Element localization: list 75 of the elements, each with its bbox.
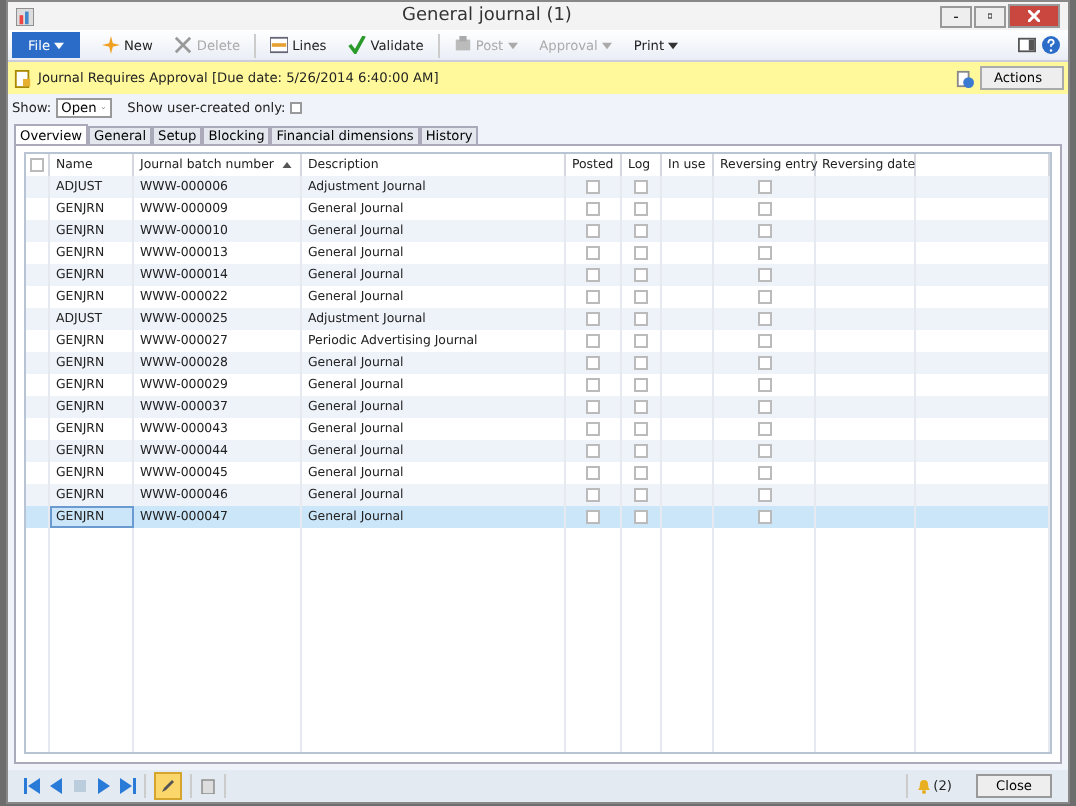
grid-icon[interactable] — [72, 778, 88, 794]
close-icon — [1028, 10, 1040, 22]
posted-checkbox[interactable] — [586, 202, 600, 216]
log-checkbox[interactable] — [634, 334, 648, 348]
posted-checkbox[interactable] — [586, 466, 600, 480]
next-record-icon[interactable] — [96, 778, 112, 794]
window-title: General journal (1) — [400, 6, 574, 26]
x-icon — [174, 36, 193, 54]
app-icon — [16, 7, 34, 25]
posted-checkbox[interactable] — [586, 444, 600, 458]
lines-icon — [270, 36, 289, 54]
log-checkbox[interactable] — [634, 488, 648, 502]
posted-checkbox[interactable] — [586, 334, 600, 348]
posted-checkbox[interactable] — [586, 510, 600, 524]
reversing-entry-checkbox[interactable] — [757, 400, 771, 414]
log-checkbox[interactable] — [634, 466, 648, 480]
posted-checkbox[interactable] — [586, 180, 600, 194]
posted-checkbox[interactable] — [586, 378, 600, 392]
close-button[interactable] — [1008, 4, 1060, 28]
log-checkbox[interactable] — [634, 180, 648, 194]
reversing-entry-checkbox[interactable] — [757, 246, 771, 260]
posted-checkbox[interactable] — [586, 268, 600, 282]
previous-record-icon[interactable] — [48, 778, 64, 794]
reversing-entry-checkbox[interactable] — [757, 488, 771, 502]
posted-checkbox[interactable] — [586, 312, 600, 326]
clipboard-icon[interactable] — [200, 778, 216, 794]
user-created-checkbox[interactable] — [289, 101, 302, 113]
posted-checkbox[interactable] — [586, 400, 600, 414]
checkmark-icon — [348, 36, 367, 54]
posted-checkbox[interactable] — [586, 422, 600, 436]
log-checkbox[interactable] — [634, 268, 648, 282]
posted-checkbox[interactable] — [586, 356, 600, 370]
reversing-entry-checkbox[interactable] — [757, 466, 771, 480]
log-checkbox[interactable] — [634, 510, 648, 524]
star-icon — [102, 36, 120, 54]
reversing-entry-checkbox[interactable] — [757, 312, 771, 326]
sort-icon — [282, 162, 292, 168]
stack-icon — [453, 36, 472, 54]
edit-button[interactable] — [154, 772, 182, 800]
minimize-button[interactable] — [940, 5, 972, 27]
select-all-checkbox[interactable] — [30, 158, 44, 172]
info-icon[interactable] — [956, 69, 974, 87]
last-record-icon[interactable] — [120, 778, 136, 794]
maximize-button[interactable] — [974, 5, 1006, 27]
reversing-entry-checkbox[interactable] — [757, 378, 771, 392]
first-record-icon[interactable] — [24, 778, 40, 794]
posted-checkbox[interactable] — [586, 224, 600, 238]
log-checkbox[interactable] — [634, 246, 648, 260]
posted-checkbox[interactable] — [586, 246, 600, 260]
log-checkbox[interactable] — [634, 422, 648, 436]
document-icon — [14, 69, 32, 87]
log-checkbox[interactable] — [634, 400, 648, 414]
reversing-entry-checkbox[interactable] — [757, 224, 771, 238]
log-checkbox[interactable] — [634, 224, 648, 238]
reversing-entry-checkbox[interactable] — [757, 202, 771, 216]
help-icon[interactable] — [1042, 36, 1060, 54]
posted-checkbox[interactable] — [586, 290, 600, 304]
log-checkbox[interactable] — [634, 290, 648, 304]
log-checkbox[interactable] — [634, 378, 648, 392]
bell-icon[interactable] — [915, 778, 932, 794]
reversing-entry-checkbox[interactable] — [757, 180, 771, 194]
pencil-icon — [160, 778, 176, 794]
reversing-entry-checkbox[interactable] — [757, 422, 771, 436]
reversing-entry-checkbox[interactable] — [757, 268, 771, 282]
log-checkbox[interactable] — [634, 202, 648, 216]
log-checkbox[interactable] — [634, 356, 648, 370]
reversing-entry-checkbox[interactable] — [757, 444, 771, 458]
reversing-entry-checkbox[interactable] — [757, 290, 771, 304]
panel-icon[interactable] — [1018, 36, 1036, 54]
reversing-entry-checkbox[interactable] — [757, 510, 771, 524]
reversing-entry-checkbox[interactable] — [757, 356, 771, 370]
reversing-entry-checkbox[interactable] — [757, 334, 771, 348]
posted-checkbox[interactable] — [586, 488, 600, 502]
log-checkbox[interactable] — [634, 312, 648, 326]
log-checkbox[interactable] — [634, 444, 648, 458]
